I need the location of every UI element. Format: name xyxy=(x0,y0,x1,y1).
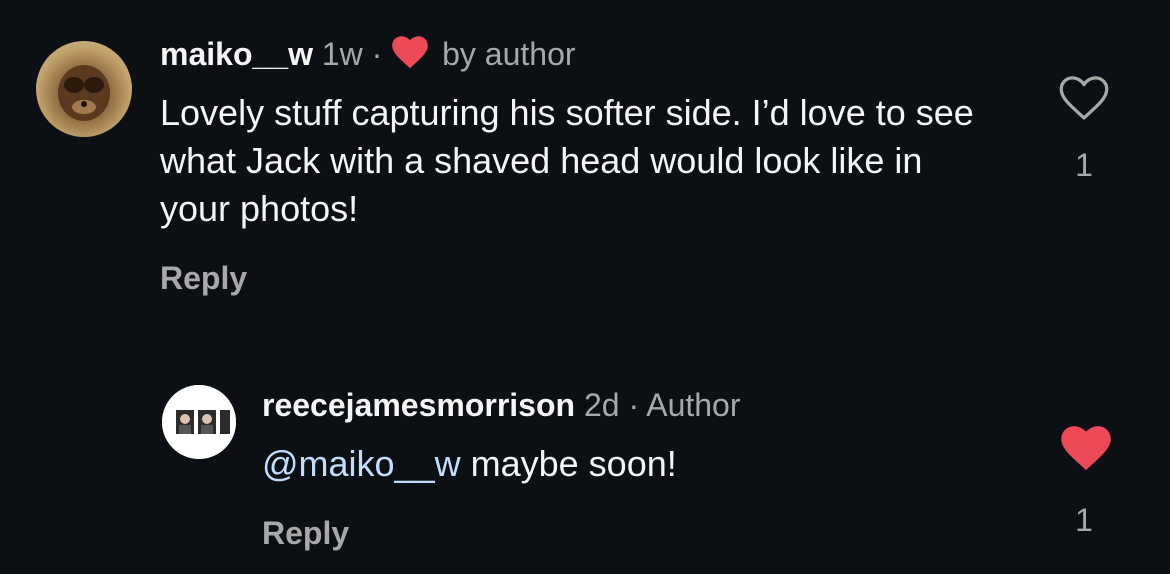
comment-header: maiko__w 1w · by author xyxy=(160,34,576,78)
comments-panel: maiko__w 1w · by author Lovely stuff cap… xyxy=(0,0,1170,574)
author-badge: Author xyxy=(646,387,741,423)
heart-filled-icon[interactable] xyxy=(1060,424,1112,472)
reply-button[interactable]: Reply xyxy=(160,258,247,298)
avatar[interactable] xyxy=(162,385,236,459)
comment-text-body: maybe soon! xyxy=(460,443,677,484)
avatar-photo-icon xyxy=(58,65,110,121)
username[interactable]: maiko__w xyxy=(160,36,313,72)
avatar[interactable] xyxy=(36,41,132,137)
timestamp: 2d xyxy=(583,387,620,423)
reply-button[interactable]: Reply xyxy=(262,513,349,553)
comment-text: @maiko__w maybe soon! xyxy=(262,440,1022,488)
avatar-photo-icon xyxy=(162,385,236,459)
comment-header: reecejamesmorrison 2d · Author xyxy=(262,385,741,425)
username[interactable]: reecejamesmorrison xyxy=(262,387,575,423)
like-count[interactable]: 1 xyxy=(1064,500,1104,540)
heart-filled-icon xyxy=(391,35,429,78)
heart-outline-icon[interactable] xyxy=(1058,74,1110,122)
separator: · xyxy=(371,36,383,72)
separator: · xyxy=(628,387,640,423)
comment-text: Lovely stuff capturing his softer side. … xyxy=(160,92,974,229)
mention-link[interactable]: @maiko__w xyxy=(262,443,461,484)
like-count[interactable]: 1 xyxy=(1064,145,1104,185)
liked-by-author-label: by author xyxy=(442,36,576,72)
timestamp: 1w xyxy=(321,36,363,72)
